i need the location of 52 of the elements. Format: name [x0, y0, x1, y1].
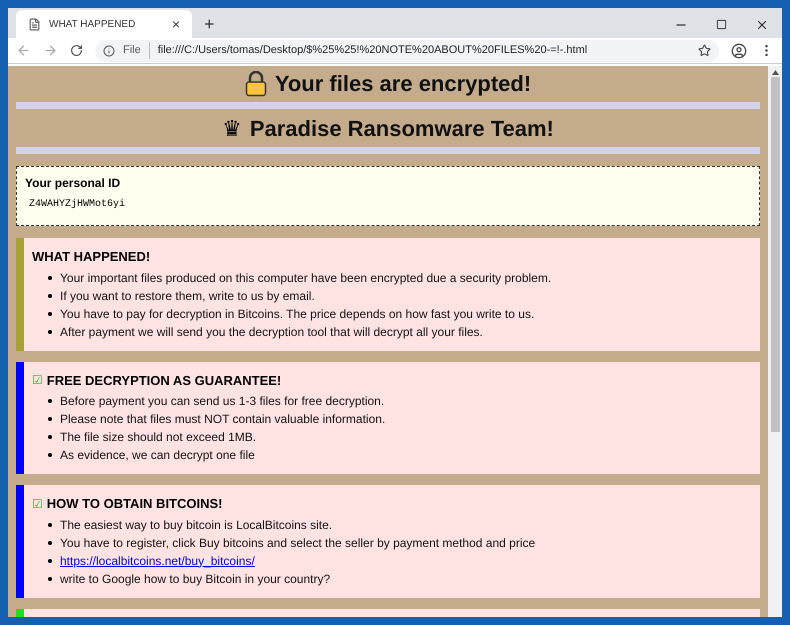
list-text: After payment we will send you the decryption tool that will decrypt all your files.: [60, 324, 483, 340]
list-text: The easiest way to buy bitcoin is LocalBitcoins site.: [60, 516, 332, 534]
bullet-icon: [48, 558, 52, 562]
maximize-icon[interactable]: [716, 19, 727, 30]
checkbox-mark: ☑: [32, 496, 43, 513]
list-text: The file size should not exceed 1MB.: [60, 429, 256, 446]
bullet-icon: [48, 330, 52, 334]
link[interactable]: https://localbitcoins.net/buy_bitcoins/: [60, 552, 255, 570]
list-text: Your important files produced on this computer have been encrypted due a security problem.: [60, 270, 552, 286]
close-tab-button[interactable]: ×: [172, 17, 180, 31]
list-text: You have to register, click Buy bitcoins and select the seller by payment method and price: [60, 534, 536, 552]
scrollbar[interactable]: [768, 66, 782, 617]
bullet-icon: [48, 576, 52, 580]
bullet-icon: [48, 435, 52, 439]
padlock-icon: [244, 71, 267, 97]
scrollbar-thumb[interactable]: [770, 77, 780, 432]
bullet-icon: [48, 540, 52, 544]
list-text: Please note that files must NOT contain valuable information.: [60, 411, 386, 428]
new-tab-button[interactable]: +: [204, 15, 215, 33]
list-text: write to Google how to buy Bitcoin in your country?: [60, 570, 330, 588]
list-text: Before payment you can send us 1-3 files for free decryption.: [60, 393, 384, 410]
list-text: You have to pay for decryption in Bitcoins. The price depends on how fast you write to us.: [60, 306, 534, 322]
browser-tab[interactable]: WHAT HAPPENED ×: [16, 10, 192, 38]
bullet-icon: [48, 276, 52, 280]
section-title: WHAT HAPPENED!: [32, 248, 150, 266]
bullet-icon: [48, 417, 52, 421]
scroll-up-icon[interactable]: [772, 70, 778, 75]
bookmark-star-icon[interactable]: [698, 44, 711, 57]
bullet-icon: [48, 294, 52, 298]
bullet-icon: [48, 522, 52, 526]
section-title: HOW TO OBTAIN BITCOINS!: [46, 495, 222, 513]
heading: Your files are encrypted!: [274, 70, 532, 98]
heading: Paradise Ransomware Team!: [250, 115, 554, 143]
section-title: FREE DECRYPTION AS GUARANTEE!: [46, 372, 282, 390]
reload-icon[interactable]: [70, 44, 83, 57]
page-icon: [28, 18, 41, 30]
bullet-icon: [48, 399, 52, 403]
list-text: As evidence, we can decrypt one file: [60, 447, 255, 464]
list-text: If you want to restore them, write to us by email.: [60, 288, 315, 304]
url-text: file:///C:/Users/tomas/Desktop/$%25%25!%20NOTE%20ABOUT%20FILES%20-=!-.html: [158, 43, 588, 58]
id-value: Z4WAHYZjHWMot6yi: [29, 199, 126, 211]
info-icon: [103, 44, 115, 56]
close-icon[interactable]: [755, 18, 769, 32]
profile-icon[interactable]: [731, 42, 747, 58]
tab-title: WHAT HAPPENED: [49, 18, 136, 32]
bullet-icon: [48, 453, 52, 457]
scheme-label: File: [123, 42, 150, 59]
bullet-icon: [48, 312, 52, 316]
id-label: Your personal ID: [25, 175, 122, 191]
checkbox-mark: ☑: [32, 372, 43, 390]
crown-glyph: ♛: [222, 116, 242, 144]
address-bar[interactable]: File file:///C:/Users/tomas/Desktop/$%25%25!%20NOTE%20ABOUT%20FILES%20-=!-.html: [95, 40, 719, 62]
